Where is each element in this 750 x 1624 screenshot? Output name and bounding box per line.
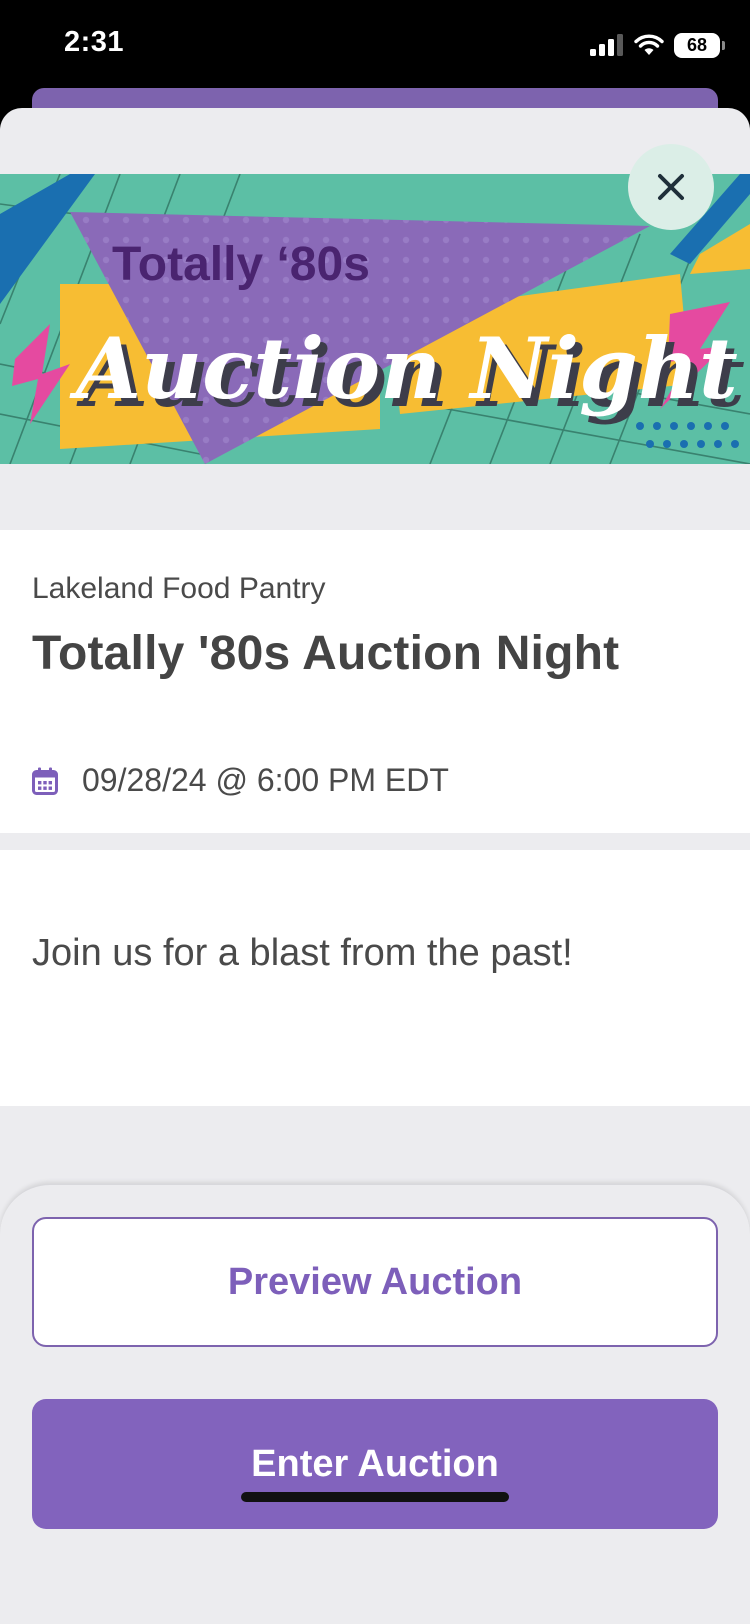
close-icon [658,174,684,200]
event-detail-sheet: Totally ‘80s Auction Night Auction Night… [0,108,750,1624]
preview-auction-button[interactable]: Preview Auction [32,1217,718,1347]
battery-icon: 68 [674,32,725,58]
status-icons: 68 [590,30,725,60]
event-date: 09/28/24 @ 6:00 PM EDT [82,762,449,798]
event-description: Join us for a blast from the past! [32,932,573,974]
event-description-card: Join us for a blast from the past! [0,850,750,1106]
battery-level: 68 [686,34,708,55]
event-info-card: Lakeland Food Pantry Totally '80s Auctio… [0,530,750,833]
banner-line2: Auction Night [69,319,738,418]
event-title: Totally '80s Auction Night [32,627,620,680]
event-banner: Totally ‘80s Auction Night Auction Night [0,174,750,464]
wifi-icon [634,34,664,55]
enter-auction-button[interactable]: Enter Auction [32,1399,718,1529]
close-button[interactable] [628,144,714,230]
status-time: 2:31 [64,26,125,58]
action-panel: Preview Auction Enter Auction [0,1184,750,1624]
event-date-row: 09/28/24 @ 6:00 PM EDT [32,762,449,799]
banner-line1: Totally ‘80s [112,238,370,291]
home-indicator [241,1492,509,1502]
status-bar: 2:31 68 [0,0,750,100]
organization-name: Lakeland Food Pantry [32,572,326,605]
calendar-icon [32,767,58,795]
signal-icon [590,34,623,56]
event-banner-image: Totally ‘80s Auction Night Auction Night [0,174,750,464]
